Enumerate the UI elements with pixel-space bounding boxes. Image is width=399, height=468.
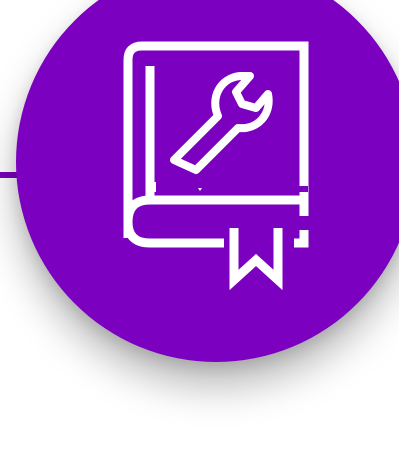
book-wrench-icon [118,38,314,290]
